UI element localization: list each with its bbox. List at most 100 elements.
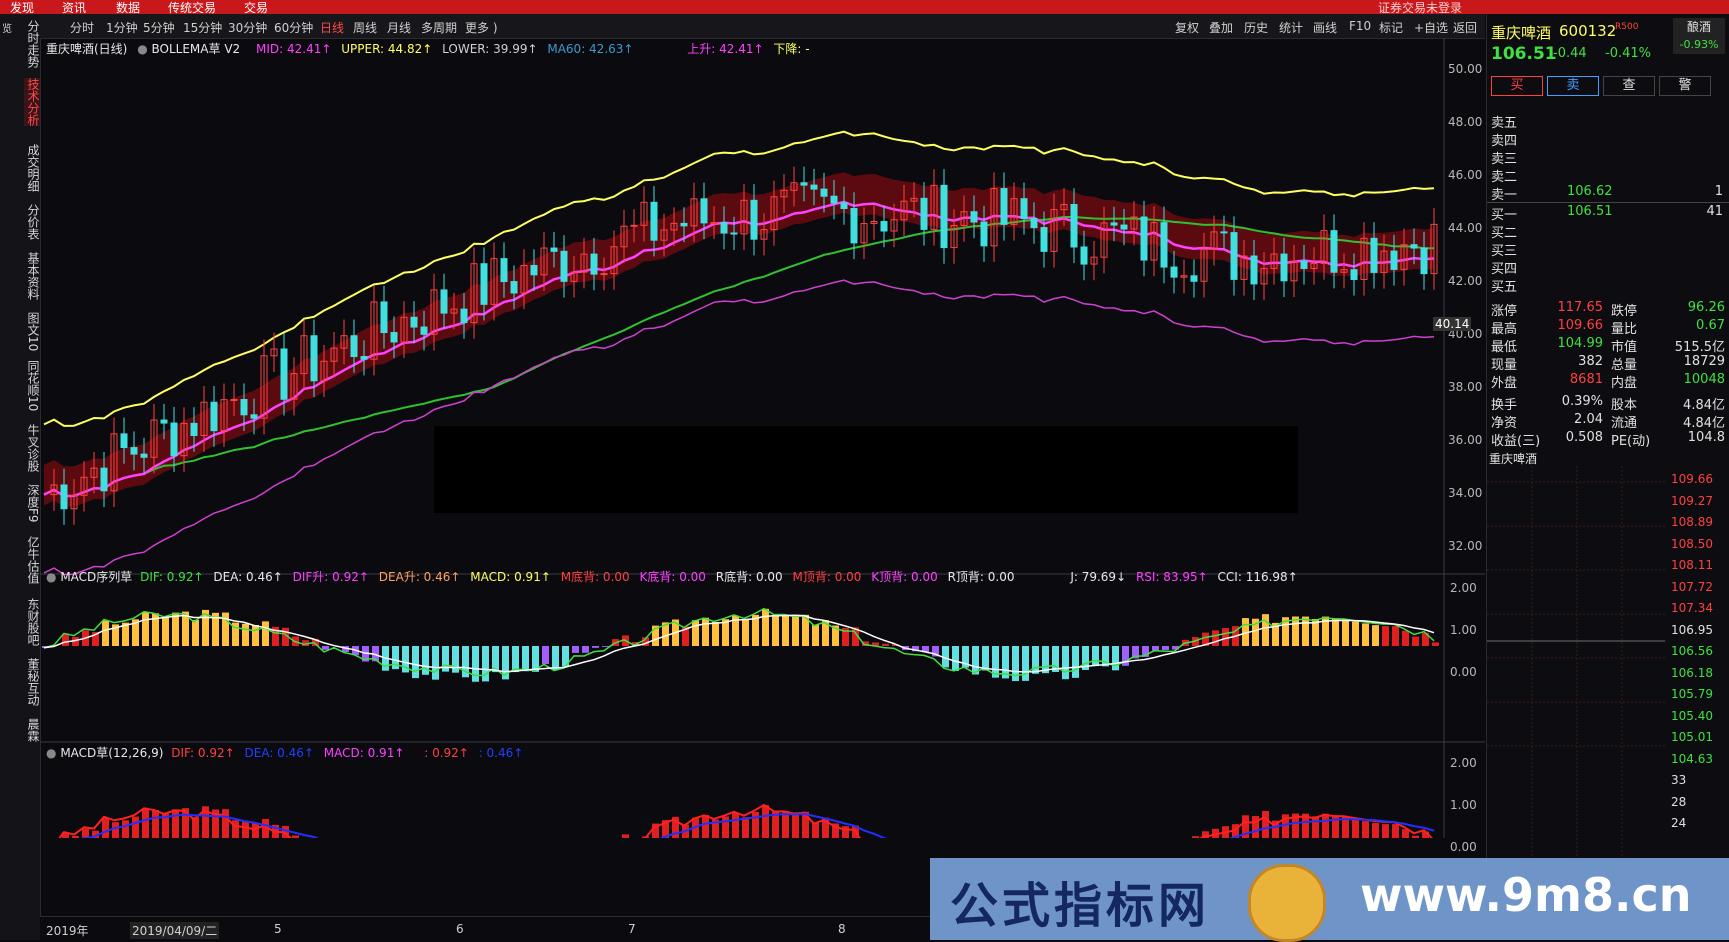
period-1min[interactable]: 1分钟 xyxy=(106,19,138,36)
macd-bar xyxy=(102,818,109,838)
mini-chart-title: 重庆啤酒 xyxy=(1489,450,1537,467)
action-overlay[interactable]: 叠加 xyxy=(1209,19,1233,36)
up-value: 上升: 42.41↑ xyxy=(687,42,763,56)
candle-body xyxy=(1221,232,1227,233)
macd-seq-bar xyxy=(252,625,259,646)
candle-body xyxy=(1161,223,1167,267)
tab-secretary[interactable]: 董秘互动 xyxy=(24,658,40,706)
stat-value: 104.99 xyxy=(1553,336,1603,351)
candle-body xyxy=(631,225,637,226)
upper-band-line xyxy=(44,132,1434,426)
candle-body xyxy=(241,400,247,415)
action-f10[interactable]: F10 xyxy=(1349,19,1371,33)
tab-forum[interactable]: 东财股吧 xyxy=(24,598,40,646)
axis-label: 48.00 xyxy=(1448,115,1482,129)
action-mark[interactable]: 标记 xyxy=(1379,19,1403,36)
macd-seq-bar xyxy=(1362,623,1369,646)
sector-box[interactable]: 酿酒 -0.93% xyxy=(1673,18,1725,54)
candle-body xyxy=(381,302,387,333)
tab-intraday[interactable]: 分时走势 xyxy=(24,20,40,68)
tab-f9[interactable]: 深度F9 xyxy=(24,484,40,523)
period-5min[interactable]: 5分钟 xyxy=(143,19,175,36)
stat-label: 市值 xyxy=(1611,336,1637,355)
stat-value: 382 xyxy=(1553,354,1603,369)
indicator-settings-icon[interactable]: ● xyxy=(137,42,147,56)
macd-bar xyxy=(1412,836,1419,838)
macd-bar xyxy=(192,817,199,838)
macd-header: ● MACD草(12,26,9) DIF: 0.92↑ DEA: 0.46↑ M… xyxy=(46,744,523,761)
buy-button[interactable]: 买 xyxy=(1491,76,1543,96)
seq-m-bottom: M底背: 0.00 xyxy=(561,570,630,584)
macd-seq-bar xyxy=(262,621,269,646)
candle-body xyxy=(1001,189,1007,225)
tab-morning[interactable]: 晨霖 xyxy=(24,718,40,742)
stat-label: 内盘 xyxy=(1611,372,1637,391)
period-weekly[interactable]: 周线 xyxy=(353,19,377,36)
period-daily[interactable]: 日线 xyxy=(320,19,344,36)
macd-seq-bar xyxy=(192,620,199,646)
candle-body xyxy=(101,468,107,491)
stat-value: 4.84亿 xyxy=(1669,394,1725,413)
action-history[interactable]: 历史 xyxy=(1244,19,1268,36)
stat-label: 总量 xyxy=(1611,354,1637,373)
tab-basic-info[interactable]: 基本资料 xyxy=(24,252,40,300)
chart-title: 重庆啤酒(日线) xyxy=(46,42,127,56)
period-intraday[interactable]: 分时 xyxy=(70,19,94,36)
stat-label: 股本 xyxy=(1611,394,1637,413)
orderbook-label: 卖一 xyxy=(1491,184,1517,203)
mini-axis-label: 105.01 xyxy=(1671,730,1713,744)
stat-label: 现量 xyxy=(1491,354,1517,373)
action-add-watch[interactable]: +自选 xyxy=(1414,19,1448,36)
period-30min[interactable]: 30分钟 xyxy=(228,19,267,36)
candle-body xyxy=(231,400,237,401)
tab-tech-analysis[interactable]: 技术分析 xyxy=(24,78,40,126)
indicator-name[interactable]: BOLLEMA草 V2 xyxy=(152,42,241,56)
macd-name[interactable]: MACD草(12,26,9) xyxy=(60,746,163,760)
tab-trade-detail[interactable]: 成交明细 xyxy=(24,144,40,192)
period-more[interactable]: 更多 ) xyxy=(465,19,498,36)
macd-seq-bar xyxy=(1302,617,1309,646)
macd-bar xyxy=(152,810,159,838)
period-15min[interactable]: 15分钟 xyxy=(183,19,222,36)
tab-ths-10[interactable]: 同花顺10 xyxy=(24,360,40,411)
macd-bar xyxy=(132,817,139,838)
tab-graphic-10[interactable]: 图文10 xyxy=(24,312,40,351)
macd-seq-name[interactable]: MACD序列草 xyxy=(60,570,132,584)
macd-seq-bar xyxy=(412,646,419,678)
stat-value: 10048 xyxy=(1669,372,1725,387)
macd-bar xyxy=(1252,816,1259,838)
candle-body xyxy=(971,212,977,222)
candle-body xyxy=(551,248,557,251)
period-monthly[interactable]: 月线 xyxy=(387,19,411,36)
candle-body xyxy=(751,200,757,239)
tab-price-table[interactable]: 分价表 xyxy=(24,204,40,240)
stat-value: 0.39% xyxy=(1553,394,1603,409)
sell-button[interactable]: 卖 xyxy=(1547,76,1599,96)
macd-settings-icon[interactable]: ● xyxy=(46,746,56,760)
period-multi[interactable]: 多周期 xyxy=(421,19,457,36)
macd-seq-bar xyxy=(142,612,149,646)
macd-seq-bar xyxy=(702,618,709,646)
period-60min[interactable]: 60分钟 xyxy=(274,19,313,36)
tab-valuation[interactable]: 亿牛估值 xyxy=(24,536,40,584)
macd-bar xyxy=(232,820,239,838)
mini-intraday-chart[interactable] xyxy=(1487,466,1667,866)
action-back[interactable]: 返回 xyxy=(1453,19,1477,36)
axis-label: 34.00 xyxy=(1448,486,1482,500)
candle-body xyxy=(731,233,737,234)
macd-bar xyxy=(792,813,799,838)
candle-body xyxy=(841,203,847,208)
stat-value: 18729 xyxy=(1669,354,1725,369)
query-button[interactable]: 查 xyxy=(1603,76,1655,96)
macd-dea: DEA: 0.46↑ xyxy=(245,746,314,760)
action-draw[interactable]: 画线 xyxy=(1313,19,1337,36)
alert-button[interactable]: 警 xyxy=(1659,76,1711,96)
watermark-name: 公式指标网 xyxy=(950,866,1210,936)
macd-seq-settings-icon[interactable]: ● xyxy=(46,570,56,584)
action-adjust[interactable]: 复权 xyxy=(1175,19,1199,36)
stat-label: 净资 xyxy=(1491,412,1517,431)
macd-seq-bar xyxy=(542,646,549,664)
action-stats[interactable]: 统计 xyxy=(1279,19,1303,36)
tab-diagnosis[interactable]: 牛叉诊股 xyxy=(24,424,40,472)
macd-seq-bar xyxy=(572,646,579,653)
